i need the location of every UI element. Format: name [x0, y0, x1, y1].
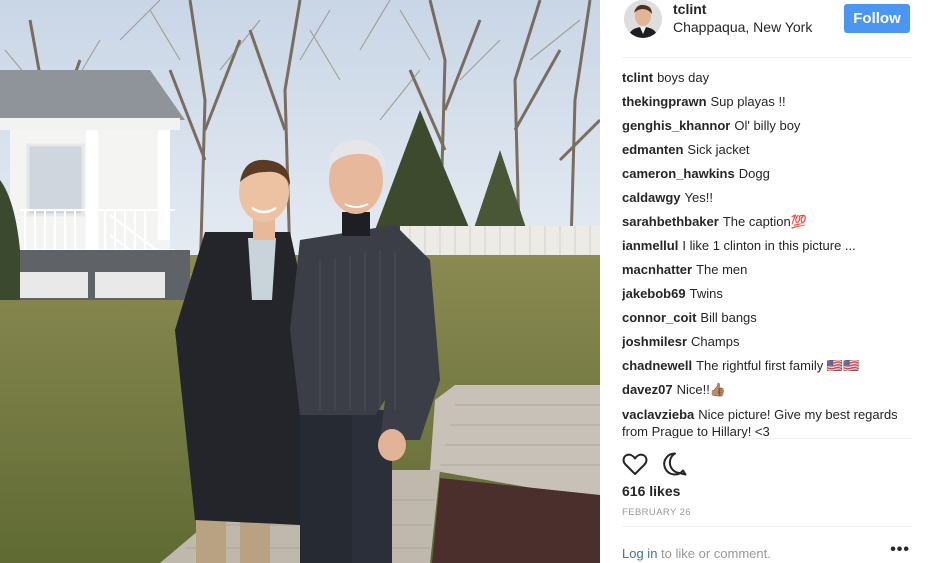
comment-username[interactable]: connor_coit [622, 310, 696, 325]
post-sidebar: tclint Chappaqua, New York Follow tclint… [600, 0, 935, 563]
post-location[interactable]: Chappaqua, New York [673, 19, 812, 35]
comment-item: cameron_hawkins Dogg [622, 162, 912, 186]
comments-list[interactable]: tclint boys day thekingprawn Sup playas !!… [622, 66, 912, 438]
comment-icon[interactable] [662, 451, 688, 477]
comment-item: thekingprawn Sup playas !! [622, 90, 912, 114]
comment-item: caldawgy Yes!! [622, 186, 912, 210]
likes-count[interactable]: 616 likes [622, 483, 680, 499]
comment-item: connor_coit Bill bangs [622, 306, 912, 330]
avatar-image [624, 0, 662, 38]
login-prompt: Log in to like or comment. ••• [622, 526, 912, 563]
comment-text: Twins [689, 286, 723, 301]
comment-username[interactable]: edmanten [622, 142, 683, 157]
post-photo[interactable] [0, 0, 600, 563]
comment-item: chadnewell The rightful first family 🇺🇸🇺🇸 [622, 354, 912, 378]
comment-text: I like 1 clinton in this picture ... [682, 238, 856, 253]
login-link[interactable]: Log in [622, 546, 657, 561]
post-header: tclint Chappaqua, New York Follow [622, 0, 912, 58]
post-date: FEBRUARY 26 [622, 507, 691, 518]
comment-text: Ol' billy boy [734, 118, 801, 133]
comment-item: edmanten Sick jacket [622, 138, 912, 162]
comment-text: Sup playas !! [710, 94, 786, 109]
login-text: Log in to like or comment. [622, 546, 771, 561]
comment-username[interactable]: genghis_khannor [622, 118, 730, 133]
comment-item: genghis_khannor Ol' billy boy [622, 114, 912, 138]
avatar[interactable] [624, 0, 662, 38]
post-image [0, 0, 600, 563]
comment-item: vaclavzieba Nice picture! Give my best re… [622, 402, 912, 438]
comment-username[interactable]: cameron_hawkins [622, 166, 735, 181]
follow-button[interactable]: Follow [844, 4, 910, 33]
post-username[interactable]: tclint [673, 1, 706, 17]
comment-username[interactable]: caldawgy [622, 190, 681, 205]
comment-text: Nice!!👍🏽 [676, 382, 727, 397]
login-rest: to like or comment. [657, 546, 771, 561]
comment-username[interactable]: jakebob69 [622, 286, 686, 301]
comment-username[interactable]: joshmilesr [622, 334, 687, 349]
comment-username[interactable]: tclint [622, 70, 653, 85]
comment-text: Yes!! [684, 190, 713, 205]
comment-text: Champs [691, 334, 740, 349]
comment-item: ianmellul I like 1 clinton in this pictur… [622, 234, 912, 258]
comment-item: jakebob69 Twins [622, 282, 912, 306]
comment-text: The men [696, 262, 748, 277]
comment-username[interactable]: thekingprawn [622, 94, 707, 109]
comment-item: sarahbethbaker The caption💯 [622, 210, 912, 234]
heart-icon[interactable] [622, 451, 648, 477]
comment-username[interactable]: ianmellul [622, 238, 678, 253]
comment-username[interactable]: vaclavzieba [622, 407, 694, 422]
post-actions: 616 likes FEBRUARY 26 [622, 438, 912, 526]
comment-item: joshmilesr Champs [622, 330, 912, 354]
comment-username[interactable]: chadnewell [622, 358, 692, 373]
more-options-icon[interactable]: ••• [890, 541, 910, 559]
comment-username[interactable]: sarahbethbaker [622, 214, 719, 229]
comment-item: davez07 Nice!!👍🏽 [622, 378, 912, 402]
comment-text: The rightful first family 🇺🇸🇺🇸 [696, 358, 860, 373]
comment-item: macnhatter The men [622, 258, 912, 282]
comment-text: Sick jacket [687, 142, 750, 157]
comment-text: The caption💯 [722, 214, 807, 229]
comment-item: tclint boys day [622, 66, 912, 90]
comment-text: boys day [657, 70, 710, 85]
comment-text: Bill bangs [700, 310, 757, 325]
comment-username[interactable]: macnhatter [622, 262, 692, 277]
comment-text: Dogg [738, 166, 770, 181]
comment-username[interactable]: davez07 [622, 382, 673, 397]
